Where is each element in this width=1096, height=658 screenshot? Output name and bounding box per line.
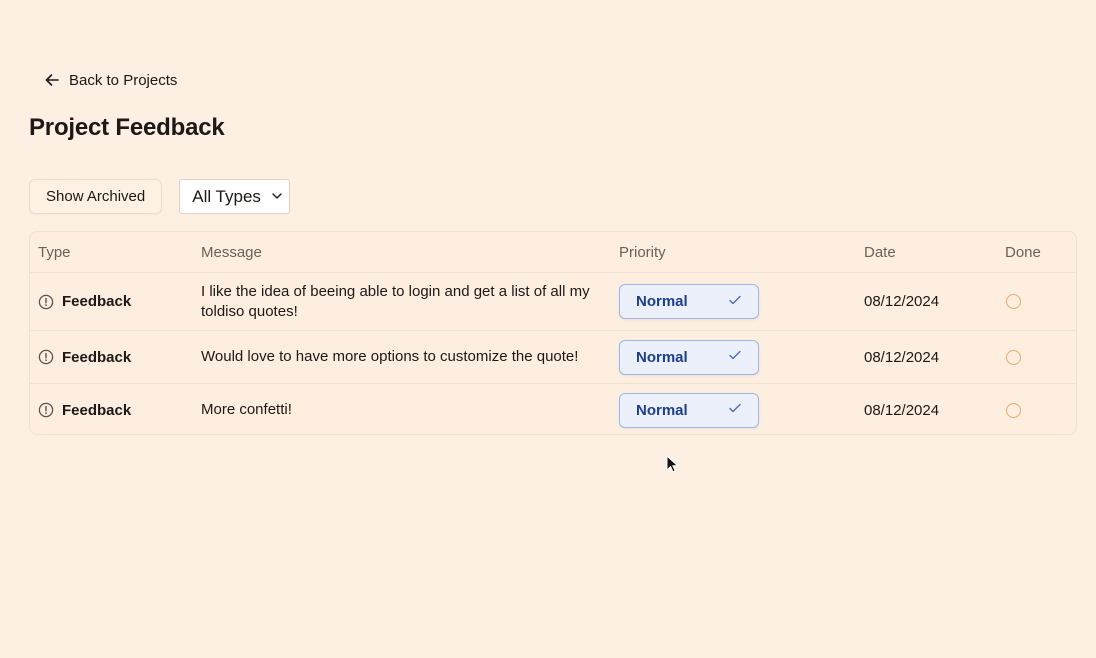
done-cell [1005,331,1021,383]
arrow-left-icon [44,72,60,88]
check-icon [728,401,742,419]
type-filter-select[interactable]: All Types [179,179,291,214]
message-text: More confetti! [201,401,292,418]
priority-label: Normal [636,293,688,310]
date-cell: 08/12/2024 [864,331,939,383]
message-cell: Would love to have more options to custo… [201,331,601,383]
message-text: I like the idea of beeing able to login … [201,282,590,320]
table-row: Feedback Would love to have more options… [30,331,1076,384]
type-cell: Feedback [38,331,131,383]
type-label: Feedback [62,348,132,366]
check-icon [728,348,742,366]
done-cell [1005,273,1021,330]
alert-circle-icon [38,294,54,310]
alert-circle-icon [38,402,54,418]
date-text: 08/12/2024 [864,293,940,310]
priority-cell: Normal [619,384,759,434]
mouse-pointer-icon [666,454,679,478]
column-header-type: Type [38,243,71,261]
type-cell: Feedback [38,273,131,330]
table-row: Feedback I like the idea of beeing able … [30,273,1076,331]
priority-label: Normal [636,348,688,366]
back-to-projects-link[interactable]: Back to Projects [44,68,177,92]
done-checkbox[interactable] [1006,294,1021,309]
priority-label: Normal [636,401,688,419]
done-cell [1005,384,1021,434]
date-cell: 08/12/2024 [864,384,940,434]
table-header: Type Message Priority Date Done [30,232,1076,273]
alert-circle-icon [38,349,54,365]
message-cell: I like the idea of beeing able to login … [201,273,601,330]
message-text: Would love to have more options to custo… [201,348,579,365]
done-checkbox[interactable] [1006,402,1021,418]
priority-select[interactable]: Normal [619,339,759,375]
priority-cell: Normal [619,273,759,330]
type-filter-value: All Types [192,186,261,206]
check-icon [728,293,742,311]
toolbar: Show Archived All Types [29,179,291,214]
column-header-message: Message [201,243,262,261]
message-cell: More confetti! [201,384,601,434]
type-label: Feedback [62,401,132,419]
priority-select[interactable]: Normal [619,284,759,319]
back-link-label: Back to Projects [69,71,178,89]
chevron-down-icon [271,187,283,207]
column-header-date: Date [864,243,896,261]
priority-cell: Normal [619,331,759,383]
done-checkbox[interactable] [1006,349,1021,365]
page-title: Project Feedback [29,114,225,141]
type-cell: Feedback [38,384,132,434]
column-header-done: Done [1005,243,1041,261]
date-text: 08/12/2024 [864,401,940,419]
column-header-priority: Priority [619,243,666,261]
show-archived-button[interactable]: Show Archived [29,179,163,214]
priority-select[interactable]: Normal [619,392,759,428]
feedback-table: Type Message Priority Date Done Feedback… [29,231,1077,435]
table-row: Feedback More confetti! Normal 08/12/202… [30,384,1076,434]
date-text: 08/12/2024 [864,348,940,366]
date-cell: 08/12/2024 [864,273,939,330]
type-label: Feedback [62,293,132,310]
